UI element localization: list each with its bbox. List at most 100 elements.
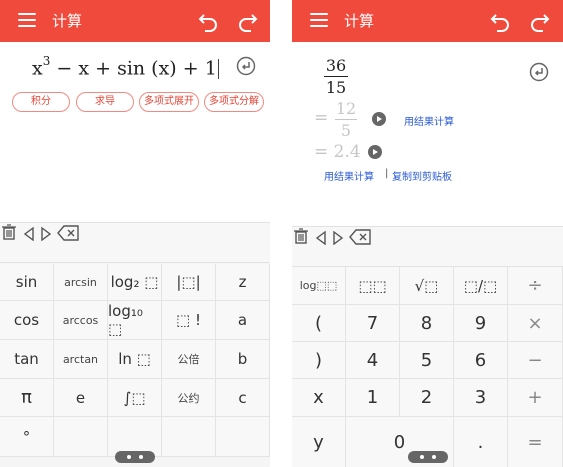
key-sin[interactable]: sin [0,264,54,301]
key-b[interactable]: b [216,340,270,379]
key-y[interactable]: y [292,417,346,467]
key-8[interactable]: 8 [400,305,454,342]
expression-base: x [32,57,43,80]
backspace-icon[interactable] [349,229,371,245]
key-log10[interactable]: log₁₀ ⬚ [108,301,162,340]
result-numerator: 36 [325,56,347,75]
enter-icon[interactable] [529,62,549,82]
key-open-paren[interactable]: ( [292,305,346,342]
key-ln[interactable]: ln ⬚ [108,340,162,379]
app-title: 计算 [52,12,83,30]
expression-input[interactable]: x3 − x + sin (x) + 1 [32,54,219,80]
key-3[interactable]: 3 [454,379,508,417]
undo-icon[interactable] [196,9,220,33]
key-plus[interactable]: + [508,379,563,417]
alt-fraction: 12 5 [335,99,357,140]
key-empty [216,417,270,457]
key-decimal[interactable]: . [454,417,508,467]
copy-to-clipboard-link[interactable]: 复制到剪贴板 [392,168,452,183]
alt-denominator: 5 [340,121,352,140]
key-2[interactable]: 2 [400,379,454,417]
cursor-left-icon[interactable] [23,226,35,242]
keyboard-toolbar [0,223,270,263]
expression-exponent: 3 [42,54,51,68]
polynomial-factor-chip[interactable]: 多项式分解 [204,92,264,112]
menu-icon[interactable] [310,13,328,27]
undo-icon[interactable] [488,9,512,33]
key-gcd[interactable]: 公约 [162,379,216,417]
key-divide[interactable]: ÷ [508,267,563,305]
key-arctan[interactable]: arctan [54,340,108,379]
keyboard-page-indicator[interactable] [407,451,448,463]
key-nth-root[interactable]: √⬚ [400,267,454,305]
key-4[interactable]: 4 [346,342,400,379]
redo-icon[interactable] [528,9,552,33]
alt-fraction-arrow-icon[interactable] [372,112,386,126]
trash-icon[interactable] [0,223,18,241]
menu-icon[interactable] [18,13,36,27]
key-close-paren[interactable]: ) [292,342,346,379]
key-a[interactable]: a [216,301,270,340]
key-integral[interactable]: ∫⬚ [108,379,162,417]
key-5[interactable]: 5 [400,342,454,379]
key-log-base[interactable]: log⬚⬚ [292,267,346,305]
key-7[interactable]: 7 [346,305,400,342]
use-result-link[interactable]: 用结果计算 [404,113,454,128]
result-fraction: 36 15 [324,56,348,97]
key-empty [162,417,216,457]
key-1[interactable]: 1 [346,379,400,417]
integral-chip[interactable]: 积分 [12,92,70,112]
app-bar: 计算 [292,0,563,42]
alt-equals: = [314,108,329,128]
cursor-right-icon[interactable] [40,226,52,242]
key-x[interactable]: x [292,379,346,417]
function-keyboard: sin arcsin log₂ ⬚ |⬚| z cos arccos log₁₀… [0,222,270,467]
key-tan[interactable]: tan [0,340,54,379]
calculator-input-panel: 计算 x3 − x + sin (x) + 1 积分 求导 多项式展开 多项式分… [0,0,270,467]
numeric-keyboard: log⬚⬚ ⬚⬚ √⬚ ⬚/⬚ ÷ ( 7 8 9 × ) 4 5 6 − x … [292,226,563,467]
backspace-icon[interactable] [57,225,79,241]
key-empty [54,417,108,457]
key-fraction[interactable]: ⬚/⬚ [454,267,508,305]
left-key-grid: sin arcsin log₂ ⬚ |⬚| z cos arccos log₁₀… [0,264,270,467]
link-separator: | [385,168,389,179]
key-power[interactable]: ⬚⬚ [346,267,400,305]
key-arccos[interactable]: arccos [54,301,108,340]
key-lcm[interactable]: 公倍 [162,340,216,379]
polynomial-expand-chip[interactable]: 多项式展开 [139,92,199,112]
key-c[interactable]: c [216,379,270,417]
app-title: 计算 [344,12,375,30]
decimal-arrow-icon[interactable] [368,145,382,159]
key-minus[interactable]: − [508,342,563,379]
key-e[interactable]: e [54,379,108,417]
key-abs[interactable]: |⬚| [162,264,216,301]
result-denominator: 15 [325,78,347,97]
key-arcsin[interactable]: arcsin [54,264,108,301]
key-pi[interactable]: π [0,379,54,417]
key-cos[interactable]: cos [0,301,54,340]
enter-icon[interactable] [236,56,256,76]
decimal-result: = 2.4 [314,142,361,162]
key-equals[interactable]: = [508,417,563,467]
keyboard-page-indicator[interactable] [115,451,155,463]
app-bar: 计算 [0,0,270,42]
alt-numerator: 12 [335,99,357,118]
key-multiply[interactable]: × [508,305,563,342]
derivative-chip[interactable]: 求导 [76,92,134,112]
cursor-right-icon[interactable] [332,230,344,246]
key-z[interactable]: z [216,264,270,301]
keyboard-toolbar [292,227,563,267]
calculator-result-panel: 计算 36 15 = 12 5 用结果计算 = 2.4 用结果计算 | 复制到剪… [292,0,563,467]
cursor-left-icon[interactable] [315,230,327,246]
key-9[interactable]: 9 [454,305,508,342]
key-factorial[interactable]: ⬚ ! [162,301,216,340]
right-key-grid: log⬚⬚ ⬚⬚ √⬚ ⬚/⬚ ÷ ( 7 8 9 × ) 4 5 6 − x … [292,267,563,467]
redo-icon[interactable] [236,9,260,33]
expression-rest: − x + sin (x) + 1 [50,57,217,80]
key-degree[interactable]: ° [0,417,54,457]
use-result-link[interactable]: 用结果计算 [324,168,374,183]
text-caret [217,59,219,80]
key-6[interactable]: 6 [454,342,508,379]
key-log2[interactable]: log₂ ⬚ [108,264,162,301]
trash-icon[interactable] [292,227,310,245]
